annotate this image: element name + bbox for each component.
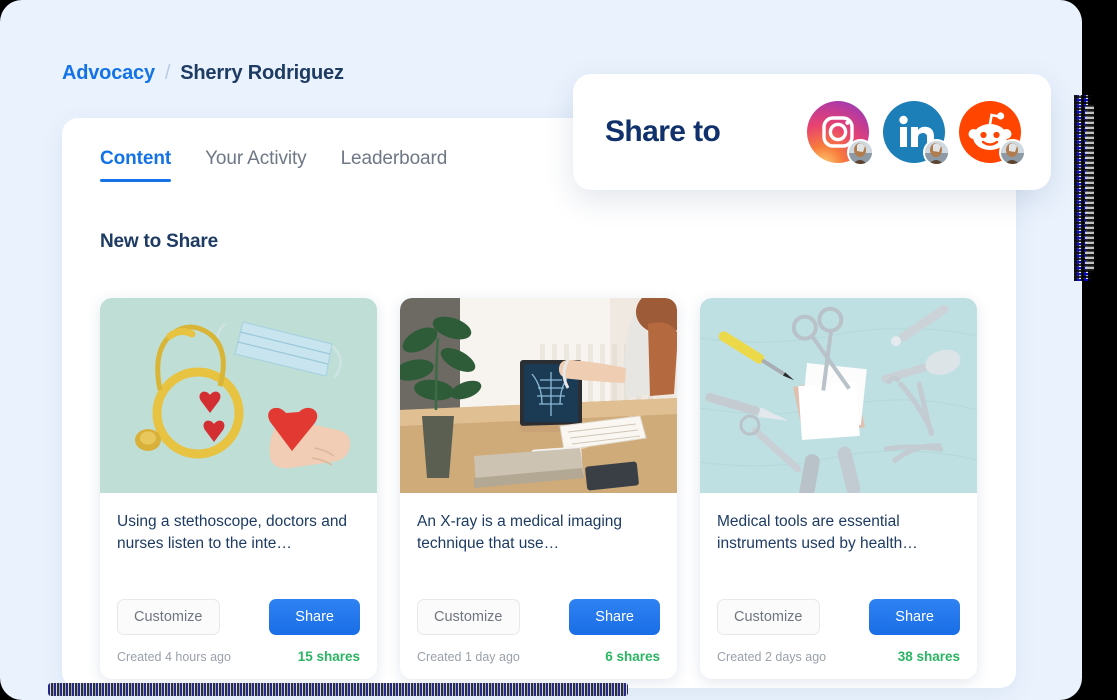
tab-leaderboard[interactable]: Leaderboard (341, 148, 448, 182)
card-created-timestamp: Created 2 days ago (717, 650, 827, 664)
share-to-title: Share to (605, 115, 721, 148)
content-card[interactable]: Using a stethoscope, doctors and nurses … (100, 298, 377, 679)
instagram-share-button[interactable] (807, 101, 874, 166)
share-button[interactable]: Share (869, 599, 960, 635)
card-share-count: 15 shares (297, 649, 360, 664)
xray-desk-illustration (400, 298, 677, 493)
card-actions: Customize Share (717, 599, 960, 635)
card-created-timestamp: Created 1 day ago (417, 650, 520, 664)
tab-content[interactable]: Content (100, 148, 171, 182)
content-panel: Content Your Activity Leaderboard New to… (62, 118, 1016, 688)
card-actions: Customize Share (117, 599, 360, 635)
tab-bar: Content Your Activity Leaderboard (100, 148, 447, 182)
card-image-stethoscope (100, 298, 377, 493)
tab-content-label: Content (100, 148, 172, 169)
linkedin-share-button[interactable] (883, 101, 950, 166)
avatar (999, 139, 1026, 166)
card-share-count: 38 shares (897, 649, 960, 664)
card-image-medical-tools (700, 298, 977, 493)
card-meta: Created 4 hours ago 15 shares (117, 649, 360, 664)
breadcrumb-current-user: Sherry Rodriguez (180, 62, 344, 84)
card-actions: Customize Share (417, 599, 660, 635)
card-body: An X-ray is a medical imaging technique … (400, 493, 677, 679)
card-title: Medical tools are essential instruments … (717, 513, 918, 552)
avatar-photo (1001, 141, 1024, 164)
breadcrumb-root-link[interactable]: Advocacy (62, 62, 155, 85)
customize-button[interactable]: Customize (117, 599, 220, 635)
app-page: Advocacy / Sherry Rodriguez Content Your… (0, 0, 1082, 700)
card-meta: Created 2 days ago 38 shares (717, 649, 960, 664)
medical-tools-illustration (700, 298, 977, 493)
breadcrumb-separator: / (164, 62, 171, 84)
card-meta: Created 1 day ago 6 shares (417, 649, 660, 664)
content-card[interactable]: Medical tools are essential instruments … (700, 298, 977, 679)
stethoscope-illustration (100, 298, 377, 493)
card-created-timestamp: Created 4 hours ago (117, 650, 231, 664)
social-network-list (807, 101, 1026, 166)
card-share-count: 6 shares (605, 649, 660, 664)
card-title: An X-ray is a medical imaging technique … (417, 513, 623, 552)
customize-button[interactable]: Customize (717, 599, 820, 635)
card-image-xray (400, 298, 677, 493)
tab-leaderboard-label: Leaderboard (340, 148, 448, 169)
breadcrumb: Advocacy / Sherry Rodriguez (62, 62, 344, 85)
share-button[interactable]: Share (569, 599, 660, 635)
avatar-photo (849, 141, 872, 164)
card-title: Using a stethoscope, doctors and nurses … (117, 513, 348, 552)
content-card[interactable]: An X-ray is a medical imaging technique … (400, 298, 677, 679)
avatar-photo (925, 141, 948, 164)
render-artifact-bottom (48, 683, 628, 696)
tab-your-activity-label: Your Activity (205, 148, 307, 169)
section-title: New to Share (100, 231, 218, 252)
render-artifact-right-secondary (1085, 105, 1094, 271)
customize-button[interactable]: Customize (417, 599, 520, 635)
share-to-popover: Share to (573, 74, 1051, 190)
tab-your-activity[interactable]: Your Activity (205, 148, 307, 182)
content-card-list: Using a stethoscope, doctors and nurses … (100, 298, 977, 679)
card-body: Medical tools are essential instruments … (700, 493, 977, 679)
card-body: Using a stethoscope, doctors and nurses … (100, 493, 377, 679)
avatar (847, 139, 874, 166)
avatar (923, 139, 950, 166)
share-button[interactable]: Share (269, 599, 360, 635)
reddit-share-button[interactable] (959, 101, 1026, 166)
